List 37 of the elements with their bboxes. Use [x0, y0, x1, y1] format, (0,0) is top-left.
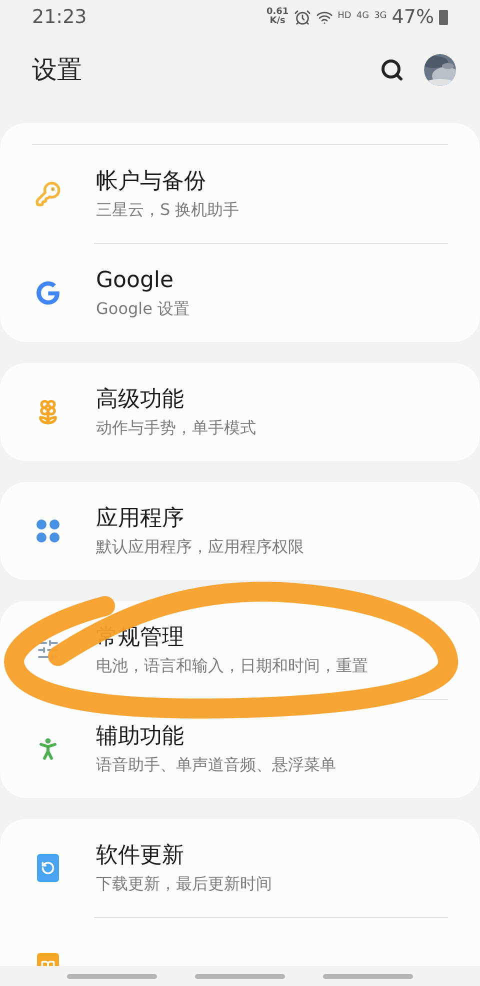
app-grid-icon [35, 518, 61, 544]
item-subtitle: 语音助手、单声道音频、悬浮菜单 [96, 754, 336, 775]
item-title: 高级功能 [96, 386, 185, 414]
alarm-icon [294, 8, 311, 26]
update-icon [37, 854, 59, 882]
settings-item[interactable]: 应用程序 默认应用程序，应用程序权限 [0, 482, 480, 580]
settings-item[interactable]: Google Google 设置 [0, 244, 480, 342]
hd-label: HD [338, 10, 352, 24]
google-icon [36, 281, 60, 305]
settings-item[interactable]: 帐户与备份 三星云，S 换机助手 [0, 145, 480, 243]
signal-label: 3G [374, 10, 387, 24]
battery-icon [439, 10, 448, 24]
status-time: 21:23 [32, 4, 87, 30]
item-subtitle: 下载更新，最后更新时间 [96, 874, 272, 894]
item-subtitle: 默认应用程序，应用程序权限 [96, 536, 304, 557]
settings-item[interactable]: 辅助功能 语音助手、单声道音频、悬浮菜单 [0, 700, 480, 798]
item-subtitle: 电池，语言和输入，日期和时间，重置 [96, 656, 368, 676]
item-subtitle: 三星云，S 换机助手 [96, 200, 240, 220]
page-title: 设置 [32, 54, 82, 86]
nav-handle[interactable] [195, 974, 285, 978]
key-icon [35, 181, 61, 207]
settings-item[interactable]: 软件更新 下载更新，最后更新时间 [0, 819, 480, 917]
nav-handle[interactable] [67, 974, 157, 978]
nav-handle[interactable] [323, 974, 413, 978]
item-title: 软件更新 [96, 842, 185, 870]
search-button[interactable] [380, 58, 404, 82]
net-speed-unit: K/s [270, 17, 286, 26]
item-title: Google [96, 267, 175, 295]
item-title: 帐户与备份 [96, 168, 207, 196]
item-subtitle: 动作与手势，单手模式 [96, 418, 256, 438]
item-title: 辅助功能 [96, 723, 185, 751]
signal-label: 4G [356, 10, 370, 24]
net-speed-value: 0.61 [266, 8, 289, 17]
item-title: 应用程序 [96, 505, 185, 533]
settings-item[interactable]: 高级功能 动作与手势，单手模式 [0, 363, 480, 461]
battery-percent: 47% [392, 4, 434, 30]
item-subtitle: Google 设置 [96, 298, 190, 319]
